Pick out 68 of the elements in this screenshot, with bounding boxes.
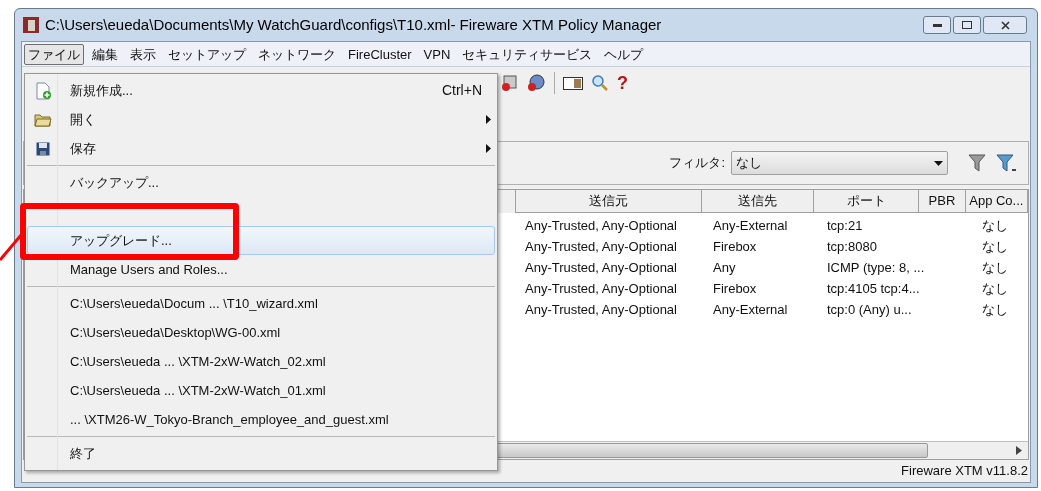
table-cell-text: Any-Trusted, Any-Optional: [525, 300, 678, 319]
table-cell-text: tcp:8080: [827, 237, 878, 256]
table-cell-text: Any-Trusted, Any-Optional: [525, 258, 678, 277]
table-cell-text: Firebox: [713, 279, 758, 298]
shortcut-text: Ctrl+N: [441, 81, 482, 100]
menu-item[interactable]: Manage Users and Roles...: [70, 261, 228, 277]
menu-bar-item[interactable]: ファイル: [24, 43, 84, 65]
table-cell-text: tcp:21: [827, 216, 864, 235]
column-header[interactable]: 送信先: [701, 190, 815, 213]
table-cell-text: Firebox: [713, 237, 758, 256]
menu-bar-item[interactable]: セットアップ: [164, 43, 250, 65]
table-cell-text: Any-External: [713, 216, 789, 235]
maximize-icon: [962, 21, 972, 29]
table-cell-text: なし: [982, 300, 1008, 319]
menu-item[interactable]: C:\Users\eueda ... \XTM-2xW-Watch_01.xml: [70, 382, 326, 398]
table-cell-text: なし: [982, 237, 1008, 256]
table-cell-text: Any: [713, 258, 737, 277]
column-header[interactable]: ポート: [814, 190, 920, 213]
filter-label: フィルタ:: [669, 154, 725, 173]
table-cell-text: tcp:0 (Any) u...: [827, 300, 913, 319]
panel-icon: [563, 75, 583, 91]
folder-icon: [34, 111, 52, 128]
filter-dropdown[interactable]: なし: [731, 151, 948, 175]
table-cell-text: Any-Trusted, Any-Optional: [525, 279, 678, 298]
menu-bar-item[interactable]: VPN: [419, 43, 455, 65]
menu-bar-item[interactable]: ヘルプ: [600, 43, 648, 65]
close-button[interactable]: [983, 16, 1027, 34]
column-header[interactable]: 送信元: [515, 190, 702, 213]
menu-item[interactable]: ... \XTM26-W_Tokyo-Branch_employee_and_guest.xml: [70, 411, 389, 427]
column-header[interactable]: PBR: [919, 190, 966, 213]
table-cell-text: Any-Trusted, Any-Optional: [525, 237, 678, 256]
column-header[interactable]: App Co...: [965, 190, 1028, 213]
menu-item[interactable]: C:\Users\eueda\Docum ... \T10_wizard.xml: [70, 295, 318, 311]
blocked-globe-icon: [526, 74, 546, 92]
table-cell-text: なし: [982, 216, 1008, 235]
close-icon: [1000, 20, 1010, 30]
filter-edit-icon[interactable]: [996, 153, 1018, 173]
menu-item[interactable]: C:\Users\eueda ... \XTM-2xW-Watch_02.xml: [70, 353, 326, 369]
maximize-button[interactable]: [953, 16, 981, 34]
status-text: Fireware XTM v11.8.2: [901, 462, 1028, 481]
menu-bar-item[interactable]: FireCluster: [344, 43, 416, 65]
menu-bar-item[interactable]: セキュリティサービス: [458, 43, 597, 65]
new-file-icon: [34, 81, 52, 100]
minimize-icon: [932, 23, 942, 27]
blocked-policy-icon: [500, 74, 518, 92]
menu-item[interactable]: バックアップ...: [70, 174, 159, 190]
help-icon[interactable]: ?: [617, 69, 628, 97]
table-cell-text: Any-External: [713, 300, 789, 319]
menu-bar-item[interactable]: ネットワーク: [254, 43, 340, 65]
table-cell-text: なし: [982, 279, 1008, 298]
table-cell-text: tcp:4105 tcp:4...: [827, 279, 921, 298]
menu-item[interactable]: 保存: [70, 140, 96, 156]
menu-bar-item[interactable]: 表示: [126, 43, 160, 65]
menu-item[interactable]: アップグレード...: [27, 226, 495, 255]
table-cell-text: Any-Trusted, Any-Optional: [525, 216, 678, 235]
dropdown-caret-icon: [934, 160, 943, 166]
menu-item[interactable]: 新規作成...: [70, 82, 133, 98]
search-icon: [591, 74, 609, 92]
menu-item[interactable]: 終了: [70, 445, 96, 461]
menu-bar-item[interactable]: 編集: [88, 43, 122, 65]
app-icon: [23, 17, 39, 33]
minimize-button[interactable]: [923, 16, 951, 34]
table-cell-text: なし: [982, 258, 1008, 277]
menu-item[interactable]: C:\Users\eueda\Desktop\WG-00.xml: [70, 324, 281, 340]
menu-item[interactable]: 開く: [70, 111, 96, 127]
window-title: C:\Users\eueda\Documents\My WatchGuard\configs\T10.xml- Fireware XTM Policy Manager: [45, 14, 662, 35]
table-cell-text: ICMP (type: 8, ...: [827, 258, 926, 277]
scroll-right-icon[interactable]: [1016, 446, 1022, 455]
